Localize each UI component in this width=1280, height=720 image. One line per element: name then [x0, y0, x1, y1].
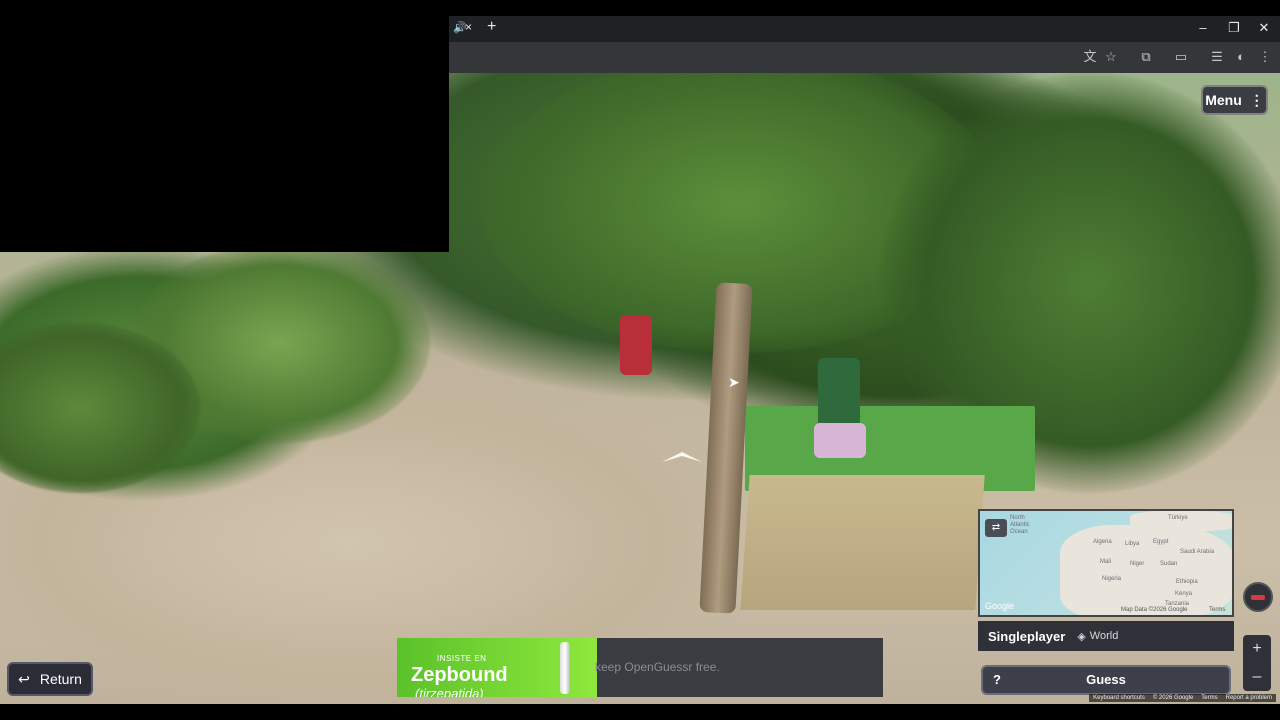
- ad-small-text: INSISTE EN: [437, 654, 487, 663]
- map-label: Egypt: [1153, 539, 1169, 545]
- zoom-in-button[interactable]: +: [1243, 635, 1271, 663]
- map-selector[interactable]: ◈ World: [1077, 630, 1118, 643]
- ad-message: keep OpenGuessr free.: [595, 660, 720, 674]
- close-window-button[interactable]: ✕: [1254, 20, 1274, 36]
- more-vert-icon: ⋮: [1249, 91, 1264, 108]
- mode-title: Singleplayer: [988, 628, 1066, 644]
- terms-link[interactable]: Terms: [1201, 695, 1217, 701]
- zoom-out-button[interactable]: –: [1243, 663, 1271, 691]
- map-label: Algeria: [1093, 539, 1112, 545]
- extensions-icon[interactable]: ⧉: [1137, 48, 1155, 66]
- restore-button[interactable]: ❐: [1224, 20, 1244, 36]
- menu-button[interactable]: Menu ⋮: [1201, 85, 1268, 115]
- return-arrow-icon: ↩: [18, 670, 30, 687]
- africa-landmass: [1060, 525, 1232, 615]
- playlist-icon[interactable]: ☰: [1208, 48, 1226, 66]
- report-problem-link[interactable]: Report a problem: [1226, 695, 1272, 701]
- return-button[interactable]: ↩ Return: [7, 662, 93, 696]
- more-vert-icon[interactable]: ⋮: [1256, 48, 1274, 66]
- stall-cloth: [740, 475, 985, 610]
- guess-button[interactable]: ? Guess: [981, 665, 1231, 695]
- ad-image: INSISTE EN Zepbound (tirzepatida): [397, 638, 597, 697]
- ad-sub-text: (tirzepatida): [415, 686, 484, 697]
- translate-icon[interactable]: 文: [1081, 48, 1099, 66]
- keyboard-shortcuts-link[interactable]: Keyboard shortcuts: [1093, 695, 1145, 701]
- advertisement-banner[interactable]: INSISTE EN Zepbound (tirzepatida) keep O…: [397, 638, 883, 697]
- map-attribution: Map Data ©2026 Google: [1121, 607, 1188, 613]
- compass-needle: [1251, 595, 1265, 600]
- navigation-arrow-icon[interactable]: [662, 452, 702, 464]
- google-logo: Google: [985, 601, 1015, 611]
- cast-icon[interactable]: ▭: [1172, 48, 1190, 66]
- game-mode-bar: Singleplayer ◈ World: [978, 621, 1234, 651]
- ad-pen-icon: [560, 642, 570, 694]
- map-label: Sudan: [1160, 561, 1178, 567]
- star-icon[interactable]: ☆: [1102, 48, 1120, 66]
- person-red-shirt: [620, 315, 652, 375]
- guess-minimap[interactable]: North Atlantic Ocean Türkiye Algeria Lib…: [978, 509, 1234, 617]
- minimize-button[interactable]: –: [1193, 20, 1213, 35]
- map-label: Libya: [1125, 541, 1140, 547]
- zoom-control: + –: [1243, 635, 1271, 691]
- map-label: North: [1010, 515, 1025, 521]
- map-swap-icon[interactable]: ⇄: [985, 519, 1007, 537]
- tab-close-icon[interactable]: ×: [465, 20, 472, 34]
- footer-bar: Keyboard shortcuts © 2026 Google Terms R…: [0, 694, 1280, 720]
- map-label: Ethiopia: [1176, 579, 1198, 585]
- compass-icon[interactable]: [1243, 582, 1273, 612]
- mouse-cursor-icon: ➤: [728, 374, 740, 390]
- ad-brand-name: Zepbound: [411, 664, 508, 686]
- map-label: Nigeria: [1102, 576, 1122, 582]
- map-label: Türkiye: [1168, 515, 1188, 521]
- guess-label: Guess: [1086, 672, 1126, 687]
- street-view-footer-links: Keyboard shortcuts © 2026 Google Terms R…: [1089, 694, 1276, 702]
- map-name: World: [1089, 630, 1119, 642]
- new-tab-button[interactable]: +: [487, 18, 496, 36]
- map-label: Atlantic: [1010, 522, 1030, 528]
- person-skirt: [814, 423, 866, 458]
- map-label: Niger: [1130, 561, 1145, 567]
- map-label: Kenya: [1175, 591, 1193, 597]
- menu-label: Menu: [1205, 92, 1242, 108]
- map-label: Ocean: [1010, 529, 1028, 535]
- top-black-strip: [449, 0, 1280, 16]
- copyright-text: © 2026 Google: [1152, 695, 1194, 701]
- map-terms-link[interactable]: Terms: [1209, 607, 1225, 613]
- profile-icon[interactable]: ◐: [1232, 48, 1250, 66]
- map-label: Saudi Arabia: [1180, 549, 1215, 555]
- black-overlay-panel: [0, 0, 449, 252]
- map-label: Mali: [1100, 559, 1112, 565]
- layers-icon: ◈: [1077, 630, 1086, 643]
- person-green-shirt: [818, 358, 860, 428]
- browser-toolbar: 文 ☆ ⧉ ▭ ☰ ◐ ⋮: [449, 42, 1280, 73]
- browser-tab-bar: 🔊 × + – ❐ ✕: [449, 16, 1280, 42]
- europe-landmass: [1130, 511, 1232, 531]
- return-label: Return: [39, 671, 82, 687]
